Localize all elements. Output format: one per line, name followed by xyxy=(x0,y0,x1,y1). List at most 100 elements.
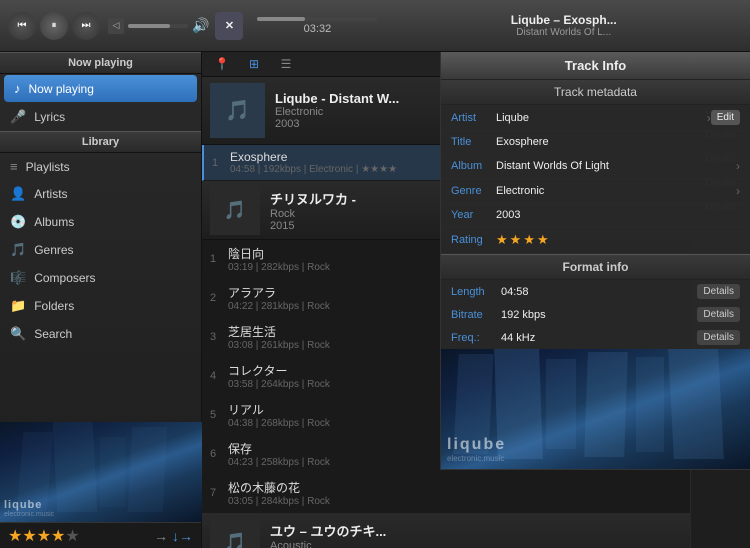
play-pause-button[interactable]: ⏸ xyxy=(40,12,68,40)
now-playing-info: Liqube – Exosph... Distant Worlds Of L..… xyxy=(385,13,742,38)
album-art-1: 🎵 xyxy=(210,83,265,138)
sidebar-albums-label: Albums xyxy=(34,215,74,229)
sidebar-item-artists[interactable]: 👤 Artists xyxy=(0,180,201,208)
location-tab[interactable]: 📍 xyxy=(210,52,234,76)
sidebar-now-playing-label: Now playing xyxy=(29,82,94,96)
genre-arrow[interactable]: › xyxy=(736,184,740,198)
freq-value: 44 kHz xyxy=(501,332,535,344)
sidebar-item-lyrics[interactable]: 🎤 Lyrics xyxy=(0,103,201,131)
sidebar-item-playlists[interactable]: ≡ Playlists xyxy=(0,153,201,180)
track-number: 3 xyxy=(210,331,228,343)
sidebar-item-composers[interactable]: 🎼 Composers xyxy=(0,264,201,292)
star-3[interactable]: ★ xyxy=(523,232,535,248)
album-info-3: ユウ – ユウのチキ... Acoustic 2014 xyxy=(270,521,386,548)
album-year-2: 2015 xyxy=(270,220,356,232)
sidebar-item-now-playing[interactable]: ♪ Now playing xyxy=(4,75,197,102)
list-tab[interactable]: ☰ xyxy=(274,52,298,76)
top-bar: ⏮ ⏸ ⏭ ◁ 🔊 ✕ 03:32 Liqube – Exosph... Dis… xyxy=(0,0,750,52)
app-container: ⏮ ⏸ ⏭ ◁ 🔊 ✕ 03:32 Liqube – Exosph... Dis… xyxy=(0,0,750,548)
title-row: Title Exosphere xyxy=(441,131,750,154)
sidebar-artists-label: Artists xyxy=(34,187,67,201)
track-number: 2 xyxy=(210,292,228,304)
sidebar: Now playing ♪ Now playing 🎤 Lyrics Libra… xyxy=(0,52,202,548)
star-2[interactable]: ★ xyxy=(510,232,522,248)
rating-stars[interactable]: ★★★★★ xyxy=(8,526,80,546)
sidebar-playlists-label: Playlists xyxy=(26,160,70,174)
bitrate-label: Bitrate xyxy=(451,309,501,321)
details-button-bitrate[interactable]: Details xyxy=(697,307,740,322)
album-art-placeholder-2: 🎵 xyxy=(224,200,246,221)
album-value: Distant Worlds Of Light xyxy=(496,160,736,172)
details-button-freq[interactable]: Details xyxy=(697,330,740,345)
length-value: 04:58 xyxy=(501,286,529,298)
nav-down-icon[interactable]: ↓→ xyxy=(172,528,193,544)
artist-icon: 👤 xyxy=(10,186,26,202)
library-section-header: Library xyxy=(0,131,201,153)
genre-value: Electronic xyxy=(496,185,736,197)
album-genre-1: Electronic xyxy=(275,106,399,118)
album-name-3: ユウ – ユウのチキ... xyxy=(270,521,386,540)
shuffle-button[interactable]: ✕ xyxy=(215,12,243,40)
overlay-rating-stars[interactable]: ★ ★ ★ ★ xyxy=(496,232,549,248)
volume-slider[interactable] xyxy=(128,24,188,28)
title-value: Exosphere xyxy=(496,136,740,148)
freq-row: Freq.: 44 kHz Details xyxy=(441,326,750,349)
search-icon: 🔍 xyxy=(10,326,26,342)
album-row: Album Distant Worlds Of Light › xyxy=(441,154,750,179)
star-1[interactable]: ★ xyxy=(496,232,508,248)
bitrate-row: Bitrate 192 kbps Details xyxy=(441,303,750,326)
edit-button[interactable]: Edit xyxy=(711,110,740,125)
track-number: 1 xyxy=(212,157,230,169)
sidebar-search-label: Search xyxy=(34,327,72,341)
volume-min-icon[interactable]: ◁ xyxy=(108,18,124,34)
format-section-header: Format info xyxy=(441,254,750,280)
progress-section: 03:32 xyxy=(257,17,377,35)
folder-icon: 📁 xyxy=(10,298,26,314)
album-year-1: 2003 xyxy=(275,118,399,130)
sidebar-folders-label: Folders xyxy=(34,299,74,313)
volume-icon[interactable]: 🔊 xyxy=(192,17,209,34)
track-item[interactable]: 7 松の木藤の花 03:05 | 284kbps | Rock xyxy=(202,474,690,513)
prev-button[interactable]: ⏮ xyxy=(8,12,36,40)
nav-forward-icon[interactable]: → xyxy=(154,528,168,544)
album-art-3: 🎵 xyxy=(210,517,260,548)
year-value: 2003 xyxy=(496,209,740,221)
sidebar-item-genres[interactable]: 🎵 Genres xyxy=(0,236,201,264)
genre-row: Genre Electronic › xyxy=(441,179,750,204)
length-row: Length 04:58 Details xyxy=(441,280,750,303)
artist-value: Liqube xyxy=(496,112,707,124)
track-details: 松の木藤の花 03:05 | 284kbps | Rock xyxy=(228,479,682,507)
sidebar-item-albums[interactable]: 💿 Albums xyxy=(0,208,201,236)
composer-icon: 🎼 xyxy=(10,270,26,286)
bottom-nav-icons: → ↓→ xyxy=(154,528,193,544)
content-area: 📍 ⊞ ☰ 🎵 Liqube - Distant W... Electronic… xyxy=(202,52,750,548)
time-display: 03:32 xyxy=(304,23,332,35)
sidebar-item-search[interactable]: 🔍 Search xyxy=(0,320,201,348)
genre-icon: 🎵 xyxy=(10,242,26,258)
album-art-placeholder-3: 🎵 xyxy=(224,532,246,548)
building-image: liqube electronic.music xyxy=(441,349,750,469)
overlay-header: Track Info xyxy=(441,52,750,80)
overlay-panel: Track Info Track metadata Artist Liqube … xyxy=(440,52,750,470)
details-button-length[interactable]: Details xyxy=(697,284,740,299)
album-arrow[interactable]: › xyxy=(736,159,740,173)
now-playing-section-header: Now playing xyxy=(0,52,201,74)
year-row: Year 2003 xyxy=(441,204,750,227)
sidebar-item-folders[interactable]: 📁 Folders xyxy=(0,292,201,320)
shuffle-icon: ✕ xyxy=(225,19,234,32)
star-4[interactable]: ★ xyxy=(537,232,549,248)
album-art-sidebar: liqube electronic.music xyxy=(0,422,202,522)
artist-label: Artist xyxy=(451,112,496,124)
artist-row: Artist Liqube › Edit xyxy=(441,105,750,131)
next-button[interactable]: ⏭ xyxy=(72,12,100,40)
grid-tab[interactable]: ⊞ xyxy=(242,52,266,76)
album-header-3: 🎵 ユウ – ユウのチキ... Acoustic 2014 xyxy=(202,513,690,548)
track-number: 7 xyxy=(210,487,228,499)
bitrate-value: 192 kbps xyxy=(501,309,546,321)
overlay-liqube-logo: liqube electronic.music xyxy=(447,436,506,463)
playback-controls: ⏮ ⏸ ⏭ xyxy=(8,12,100,40)
progress-bar[interactable] xyxy=(257,17,377,21)
album-name-1: Liqube - Distant W... xyxy=(275,91,399,106)
music-note-icon: ♪ xyxy=(14,81,21,96)
liqube-logo-text: liqube electronic.music xyxy=(4,499,54,518)
